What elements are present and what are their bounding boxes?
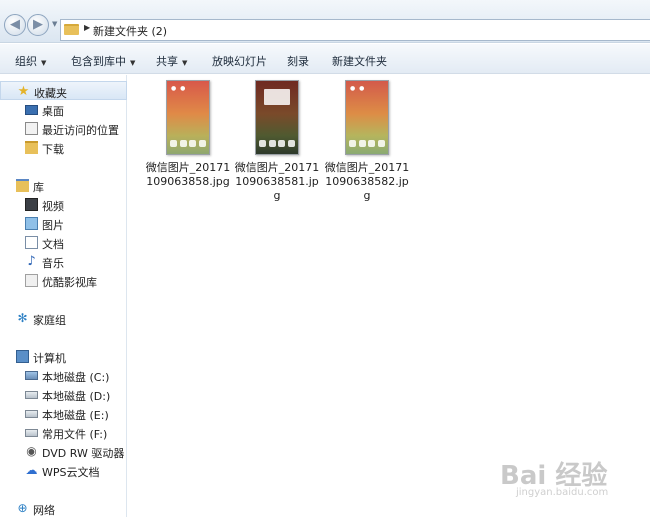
star-icon: ★ xyxy=(17,84,30,99)
nav-item-libraries[interactable]: 库 xyxy=(0,176,127,195)
hard-drive-icon xyxy=(25,429,38,437)
libraries-icon xyxy=(16,179,29,192)
nav-label: 库 xyxy=(33,181,44,194)
network-icon: ⊕ xyxy=(17,501,28,515)
homegroup-icon: ✻ xyxy=(17,311,28,325)
address-box[interactable]: ▶ 新建文件夹 (2) xyxy=(60,19,650,41)
slideshow-button[interactable]: 放映幻灯片 xyxy=(212,53,267,69)
share-button[interactable]: 共享 ▼ xyxy=(156,53,187,69)
desktop-icon xyxy=(25,105,38,115)
youku-library-icon xyxy=(25,274,38,287)
include-in-library-label: 包含到库中 xyxy=(71,55,126,68)
organize-label: 组织 xyxy=(15,55,37,68)
image-thumbnail: ● ● xyxy=(345,80,389,155)
app-icons: ● ● xyxy=(171,85,187,92)
include-in-library-button[interactable]: 包含到库中 ▼ xyxy=(71,53,135,69)
hard-drive-icon xyxy=(25,391,38,399)
nav-item-homegroup[interactable]: ✻ 家庭组 xyxy=(0,309,127,328)
nav-label: 下载 xyxy=(42,143,64,156)
system-drive-icon xyxy=(25,371,38,380)
app-icons: ● ● xyxy=(350,85,366,92)
nav-label: 最近访问的位置 xyxy=(42,124,119,137)
navigation-pane: ★ 收藏夹 桌面 最近访问的位置 下载 库 视频 图片 文档 ♪ 音乐 优酷影视… xyxy=(0,75,127,517)
image-thumbnail: ● ● xyxy=(166,80,210,155)
file-name: 微信图片_20171109063858.jpg xyxy=(145,161,231,188)
nav-label: 网络 xyxy=(33,504,55,517)
file-item[interactable]: ● ● 微信图片_20171109063858.jpg xyxy=(143,80,233,189)
dvd-drive-icon: ◉ xyxy=(26,444,37,458)
nav-item-youku[interactable]: 优酷影视库 xyxy=(0,271,127,290)
recent-places-icon xyxy=(25,122,38,135)
nav-item-downloads[interactable]: 下载 xyxy=(0,138,127,157)
nav-item-desktop[interactable]: 桌面 xyxy=(0,100,127,119)
nav-label: 常用文件 (F:) xyxy=(42,428,108,441)
nav-label: 图片 xyxy=(42,219,64,232)
back-button[interactable]: ◀ xyxy=(4,14,26,36)
music-note-icon: ♪ xyxy=(27,254,36,269)
watermark-url: jingyan.baidu.com xyxy=(516,487,609,498)
nav-label: DVD RW 驱动器 (G xyxy=(42,447,127,460)
dock-bar xyxy=(349,140,385,147)
nav-label: 本地磁盘 (E:) xyxy=(42,409,109,422)
nav-item-documents[interactable]: 文档 xyxy=(0,233,127,252)
nav-label: 音乐 xyxy=(42,257,64,270)
computer-icon xyxy=(16,350,29,363)
document-icon xyxy=(25,236,38,249)
forward-button[interactable]: ▶ xyxy=(27,14,49,36)
nav-item-computer[interactable]: 计算机 xyxy=(0,347,127,366)
nav-item-drive-d[interactable]: 本地磁盘 (D:) xyxy=(0,385,127,404)
file-name: 微信图片_201711090638581.jpg xyxy=(234,161,320,202)
nav-label: 优酷影视库 xyxy=(42,276,97,289)
address-bar-area: ◀ ▶ ▼ ▶ 新建文件夹 (2) xyxy=(0,0,650,43)
nav-item-network[interactable]: ⊕ 网络 xyxy=(0,499,127,518)
chevron-down-icon: ▼ xyxy=(130,59,136,67)
dock-bar xyxy=(259,140,295,147)
dialog-preview xyxy=(264,89,290,105)
nav-label: WPS云文档 xyxy=(42,466,100,479)
address-path[interactable]: 新建文件夹 (2) xyxy=(93,23,167,39)
nav-label: 视频 xyxy=(42,200,64,213)
chevron-down-icon: ▼ xyxy=(41,59,47,67)
downloads-folder-icon xyxy=(25,141,38,154)
nav-label: 本地磁盘 (D:) xyxy=(42,390,111,403)
image-thumbnail xyxy=(255,80,299,155)
nav-item-favorites[interactable]: ★ 收藏夹 xyxy=(0,81,127,100)
cloud-icon: ☁ xyxy=(25,463,38,477)
nav-label: 文档 xyxy=(42,238,64,251)
dock-bar xyxy=(170,140,206,147)
nav-item-pictures[interactable]: 图片 xyxy=(0,214,127,233)
nav-item-drive-e[interactable]: 本地磁盘 (E:) xyxy=(0,404,127,423)
folder-icon xyxy=(64,24,79,35)
nav-label: 桌面 xyxy=(42,105,64,118)
file-list: ● ● 微信图片_20171109063858.jpg 微信图片_2017110… xyxy=(128,75,650,517)
file-item[interactable]: 微信图片_201711090638581.jpg xyxy=(232,80,322,203)
breadcrumb-arrow-icon[interactable]: ▶ xyxy=(84,23,90,32)
pictures-icon xyxy=(25,217,38,230)
recent-pages-dropdown[interactable]: ▼ xyxy=(52,20,57,28)
nav-label: 计算机 xyxy=(33,352,66,365)
hard-drive-icon xyxy=(25,410,38,418)
nav-item-dvd[interactable]: ◉ DVD RW 驱动器 (G xyxy=(0,442,127,461)
nav-item-drive-c[interactable]: 本地磁盘 (C:) xyxy=(0,366,127,385)
nav-item-drive-f[interactable]: 常用文件 (F:) xyxy=(0,423,127,442)
file-name: 微信图片_201711090638582.jpg xyxy=(324,161,410,202)
nav-label: 本地磁盘 (C:) xyxy=(42,371,110,384)
nav-item-wps[interactable]: ☁ WPS云文档 xyxy=(0,461,127,480)
share-label: 共享 xyxy=(156,55,178,68)
nav-item-music[interactable]: ♪ 音乐 xyxy=(0,252,127,271)
new-folder-button[interactable]: 新建文件夹 xyxy=(332,53,387,69)
nav-item-videos[interactable]: 视频 xyxy=(0,195,127,214)
video-icon xyxy=(25,198,38,211)
file-item[interactable]: ● ● 微信图片_201711090638582.jpg xyxy=(322,80,412,203)
nav-label: 家庭组 xyxy=(33,314,66,327)
command-toolbar: 组织 ▼ 包含到库中 ▼ 共享 ▼ 放映幻灯片 刻录 新建文件夹 xyxy=(0,44,650,74)
burn-button[interactable]: 刻录 xyxy=(287,53,309,69)
nav-item-recent[interactable]: 最近访问的位置 xyxy=(0,119,127,138)
nav-label: 收藏夹 xyxy=(34,87,67,100)
organize-button[interactable]: 组织 ▼ xyxy=(15,53,46,69)
chevron-down-icon: ▼ xyxy=(182,59,188,67)
